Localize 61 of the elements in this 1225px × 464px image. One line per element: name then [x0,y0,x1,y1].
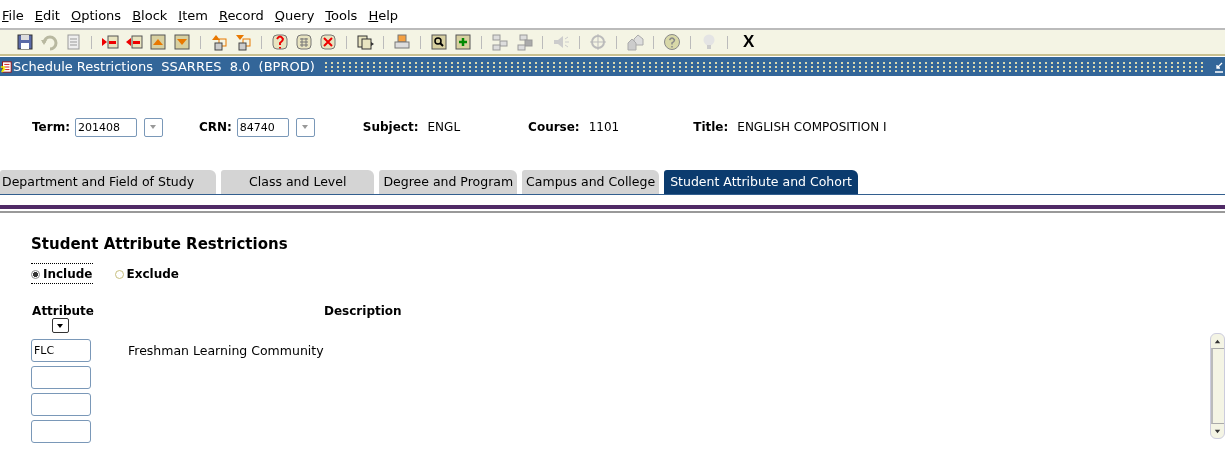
next-block-icon[interactable] [125,33,143,51]
page-up-icon[interactable] [149,33,167,51]
search-icon[interactable] [430,33,448,51]
field-label: Term: [32,120,70,134]
minimize-icon[interactable] [1214,60,1224,73]
field-label: Course: [528,120,580,134]
page-down-icon[interactable] [173,33,191,51]
input-field[interactable]: FLC [31,339,91,362]
help-icon[interactable] [663,33,681,51]
remove-record-icon[interactable] [234,33,252,51]
input-field[interactable] [31,393,91,416]
field-value: 1101 [588,120,620,134]
document-icon[interactable] [64,33,82,51]
menu-item[interactable]: Help [368,8,399,28]
save-icon[interactable] [16,33,34,51]
insert-record-icon[interactable] [210,33,228,51]
hierarchy-icon[interactable] [515,33,533,51]
column-header: Attribute [32,304,94,318]
field-label: Subject: [362,120,419,134]
column-header: Description [324,304,402,320]
tab[interactable]: Student Attribute and Cohort [664,170,858,194]
table-cell: Freshman Learning Community [128,343,324,358]
input-field[interactable] [31,420,91,443]
crosshair-icon[interactable] [589,33,607,51]
form-icon [0,59,12,74]
field-value: ENGLISH COMPOSITION I [737,120,887,134]
previous-block-icon[interactable] [101,33,119,51]
undo-icon[interactable] [40,33,58,51]
section-heading: Student Attribute Restrictions [31,235,289,253]
menu-item[interactable]: File [2,8,24,28]
input-field[interactable]: 201408 [74,117,137,137]
documents-icon[interactable] [356,33,374,51]
radio-button[interactable]: Exclude [114,263,179,284]
print-icon[interactable] [393,33,411,51]
database-question-icon[interactable] [271,33,289,51]
input-field[interactable] [31,366,91,389]
database-cancel-icon[interactable] [319,33,337,51]
window-title: Schedule Restrictions SSARRES 8.0 (BPROD) [13,59,315,74]
menu-item[interactable]: Options [70,8,122,28]
menu-item[interactable]: Item [178,8,208,28]
houses-icon[interactable] [626,33,644,51]
scrollbar[interactable] [1210,333,1225,439]
menu-item[interactable]: Block [132,8,168,28]
menu-item[interactable]: Edit [34,8,60,28]
field-value: ENGL [427,120,461,134]
exit-button[interactable]: X [743,32,755,52]
tab[interactable]: Campus and College [522,170,660,194]
field-label: Title: [693,120,729,134]
menu-item[interactable]: Record [218,8,264,28]
tab[interactable]: Department and Field of Study [0,170,217,194]
tab[interactable]: Degree and Program [379,170,518,194]
input-field[interactable]: 84740 [236,117,289,137]
database-icon[interactable] [295,33,313,51]
menu-item[interactable]: Query [274,8,315,28]
field-label: CRN: [198,120,232,134]
menu-item[interactable]: Tools [325,8,358,28]
dropdown-button[interactable] [51,318,69,333]
add-icon[interactable] [454,33,472,51]
radio-button[interactable]: Include [31,263,93,284]
tab[interactable]: Class and Level [221,170,375,194]
hierarchy-icon[interactable] [491,33,509,51]
